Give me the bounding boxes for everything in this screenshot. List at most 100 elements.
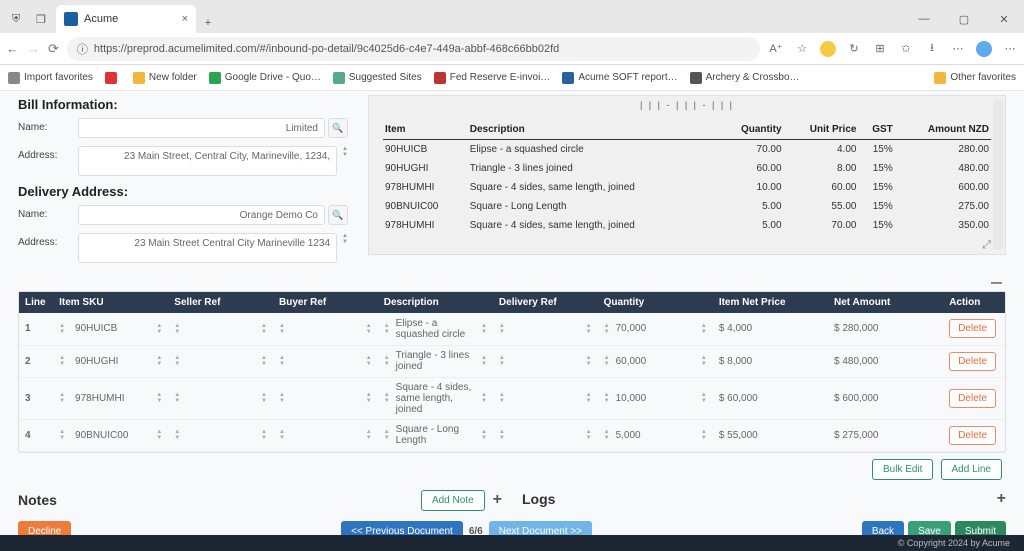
delivery-address-input[interactable]: 23 Main Street Central City Marineville … [78,233,337,263]
previous-document-button[interactable]: << Previous Document [341,521,463,536]
minimize-icon[interactable]: — [904,5,944,33]
favorites-icon[interactable]: ✩ [898,42,914,55]
star-icon[interactable]: ☆ [794,42,810,55]
refresh-icon[interactable]: ⟳ [48,41,59,57]
sort-arrows-icon[interactable]: ▲▼ [342,146,348,158]
back-icon[interactable]: ← [6,41,19,56]
expand-notes-icon[interactable]: + [493,491,502,509]
window-left-icons: ⛨ ❐ [6,13,56,33]
delete-button[interactable]: Delete [949,319,996,338]
col-unit: Unit Price [784,120,859,140]
bookmark-item[interactable]: Google Drive - Quo… [209,72,321,84]
next-document-button[interactable]: Next Document >> [489,521,592,536]
bookmark-item[interactable]: Import favorites [8,72,93,84]
col-gst: GST [858,120,894,140]
other-favorites[interactable]: Other favorites [934,72,1016,84]
th-qty[interactable]: Quantity [598,292,713,313]
new-tab-button[interactable]: + [196,17,220,33]
bookmarks-bar: Import favorites New folder Google Drive… [0,65,1024,91]
close-icon[interactable]: × [182,13,188,25]
ext-icon-1[interactable] [820,41,836,57]
add-note-button[interactable]: Add Note [421,490,485,511]
refresh2-icon[interactable]: ↻ [846,42,862,55]
window-controls: — ▢ ✕ [904,5,1024,33]
document-preview: | | | - | | | - | | | Item Description Q… [368,95,1006,255]
th-line[interactable]: Line [19,292,53,313]
save-button[interactable]: Save [908,521,951,536]
bill-name-input[interactable] [78,118,325,138]
add-line-button[interactable]: Add Line [941,459,1002,480]
col-item: Item [383,120,468,140]
th-sku[interactable]: Item SKU [53,292,168,313]
delete-button[interactable]: Delete [949,389,996,408]
bill-address-label: Address: [18,146,78,161]
th-seller[interactable]: Seller Ref [168,292,273,313]
profile-icon[interactable] [976,41,992,57]
th-delivery[interactable]: Delivery Ref [493,292,598,313]
delivery-title: Delivery Address: [18,184,348,199]
back-button[interactable]: Back [862,521,904,536]
decline-button[interactable]: Decline [18,521,71,536]
reader-icon[interactable]: A⁺ [768,42,784,55]
bill-info-title: Bill Information: [18,97,348,112]
bulk-edit-button[interactable]: Bulk Edit [872,459,933,480]
preview-table: Item Description Quantity Unit Price GST… [383,120,991,235]
col-desc: Description [468,120,718,140]
expand-icon[interactable]: ⤢ [982,239,991,252]
preview-scrollbar[interactable] [993,100,1003,250]
table-row[interactable]: 1▲▼90HUICB▲▼▲▼▲▼▲▼▲▼▲▼Elipse - a squashe… [19,313,1005,345]
url-field[interactable]: ⓘ https://preprod.acumelimited.com/#/inb… [67,37,760,61]
collapse-toggle[interactable]: — [18,271,1006,291]
search-icon[interactable]: 🔍 [328,118,348,138]
bill-name-label: Name: [18,118,78,133]
delivery-name-input[interactable] [78,205,325,225]
col-qty: Quantity [718,120,784,140]
delete-button[interactable]: Delete [949,352,996,371]
copy-icon: ❐ [36,13,50,27]
table-row[interactable]: 3▲▼978HUMHI▲▼▲▼▲▼▲▼▲▼▲▼Square - 4 sides,… [19,377,1005,419]
extensions-icon[interactable]: ⋯ [950,42,966,55]
barcode: | | | - | | | - | | | [383,100,991,110]
browser-tab[interactable]: Acume × [56,5,196,33]
bookmark-item[interactable]: Fed Reserve E-invoi… [434,72,551,84]
bookmark-item[interactable]: Acume SOFT report… [562,72,677,84]
notes-title: Notes [18,492,57,508]
bookmark-item[interactable]: New folder [133,72,197,84]
submit-button[interactable]: Submit [955,521,1006,536]
browser-titlebar: ⛨ ❐ Acume × + — ▢ ✕ [0,0,1024,33]
shield-icon: ⛨ [12,13,26,27]
box-icon[interactable]: ⊞ [872,42,888,55]
table-row[interactable]: 2▲▼90HUGHI▲▼▲▼▲▼▲▼▲▼▲▼Triangle - 3 lines… [19,345,1005,377]
th-buyer[interactable]: Buyer Ref [273,292,378,313]
close-window-icon[interactable]: ✕ [984,5,1024,33]
address-bar: ← → ⟳ ⓘ https://preprod.acumelimited.com… [0,33,1024,65]
bill-address-input[interactable]: 23 Main Street, Central City, Marinevill… [78,146,337,176]
page-indicator: 6/6 [469,526,483,536]
maximize-icon[interactable]: ▢ [944,5,984,33]
delete-button[interactable]: Delete [949,426,996,445]
download-icon[interactable]: ⭳ [924,39,940,58]
col-amt: Amount NZD [895,120,991,140]
bookmark-item[interactable]: Archery & Crossbo… [690,72,800,84]
delivery-name-label: Name: [18,205,78,220]
footer: © Copyright 2024 by Acume [0,535,1024,551]
url-text: https://preprod.acumelimited.com/#/inbou… [94,43,559,55]
menu-icon[interactable]: ⋯ [1002,42,1018,55]
delivery-address-label: Address: [18,233,78,248]
bookmark-item[interactable]: Suggested Sites [333,72,422,84]
th-desc[interactable]: Description [378,292,493,313]
th-net[interactable]: Item Net Price [713,292,828,313]
tab-favicon [64,12,78,26]
th-amount[interactable]: Net Amount [828,292,943,313]
forward-icon[interactable]: → [27,41,40,56]
table-row[interactable]: 4▲▼90BNUIC00▲▼▲▼▲▼▲▼▲▼▲▼Square - Long Le… [19,419,1005,451]
expand-logs-icon[interactable]: + [997,490,1006,508]
tab-title: Acume [84,13,118,25]
bookmark-item[interactable] [105,72,121,84]
line-items-grid: Line Item SKU Seller Ref Buyer Ref Descr… [19,292,1005,452]
th-action: Action [943,292,1005,313]
search-icon[interactable]: 🔍 [328,205,348,225]
sort-arrows-icon[interactable]: ▲▼ [342,233,348,245]
logs-title: Logs [522,491,555,507]
lock-icon: ⓘ [77,41,88,57]
